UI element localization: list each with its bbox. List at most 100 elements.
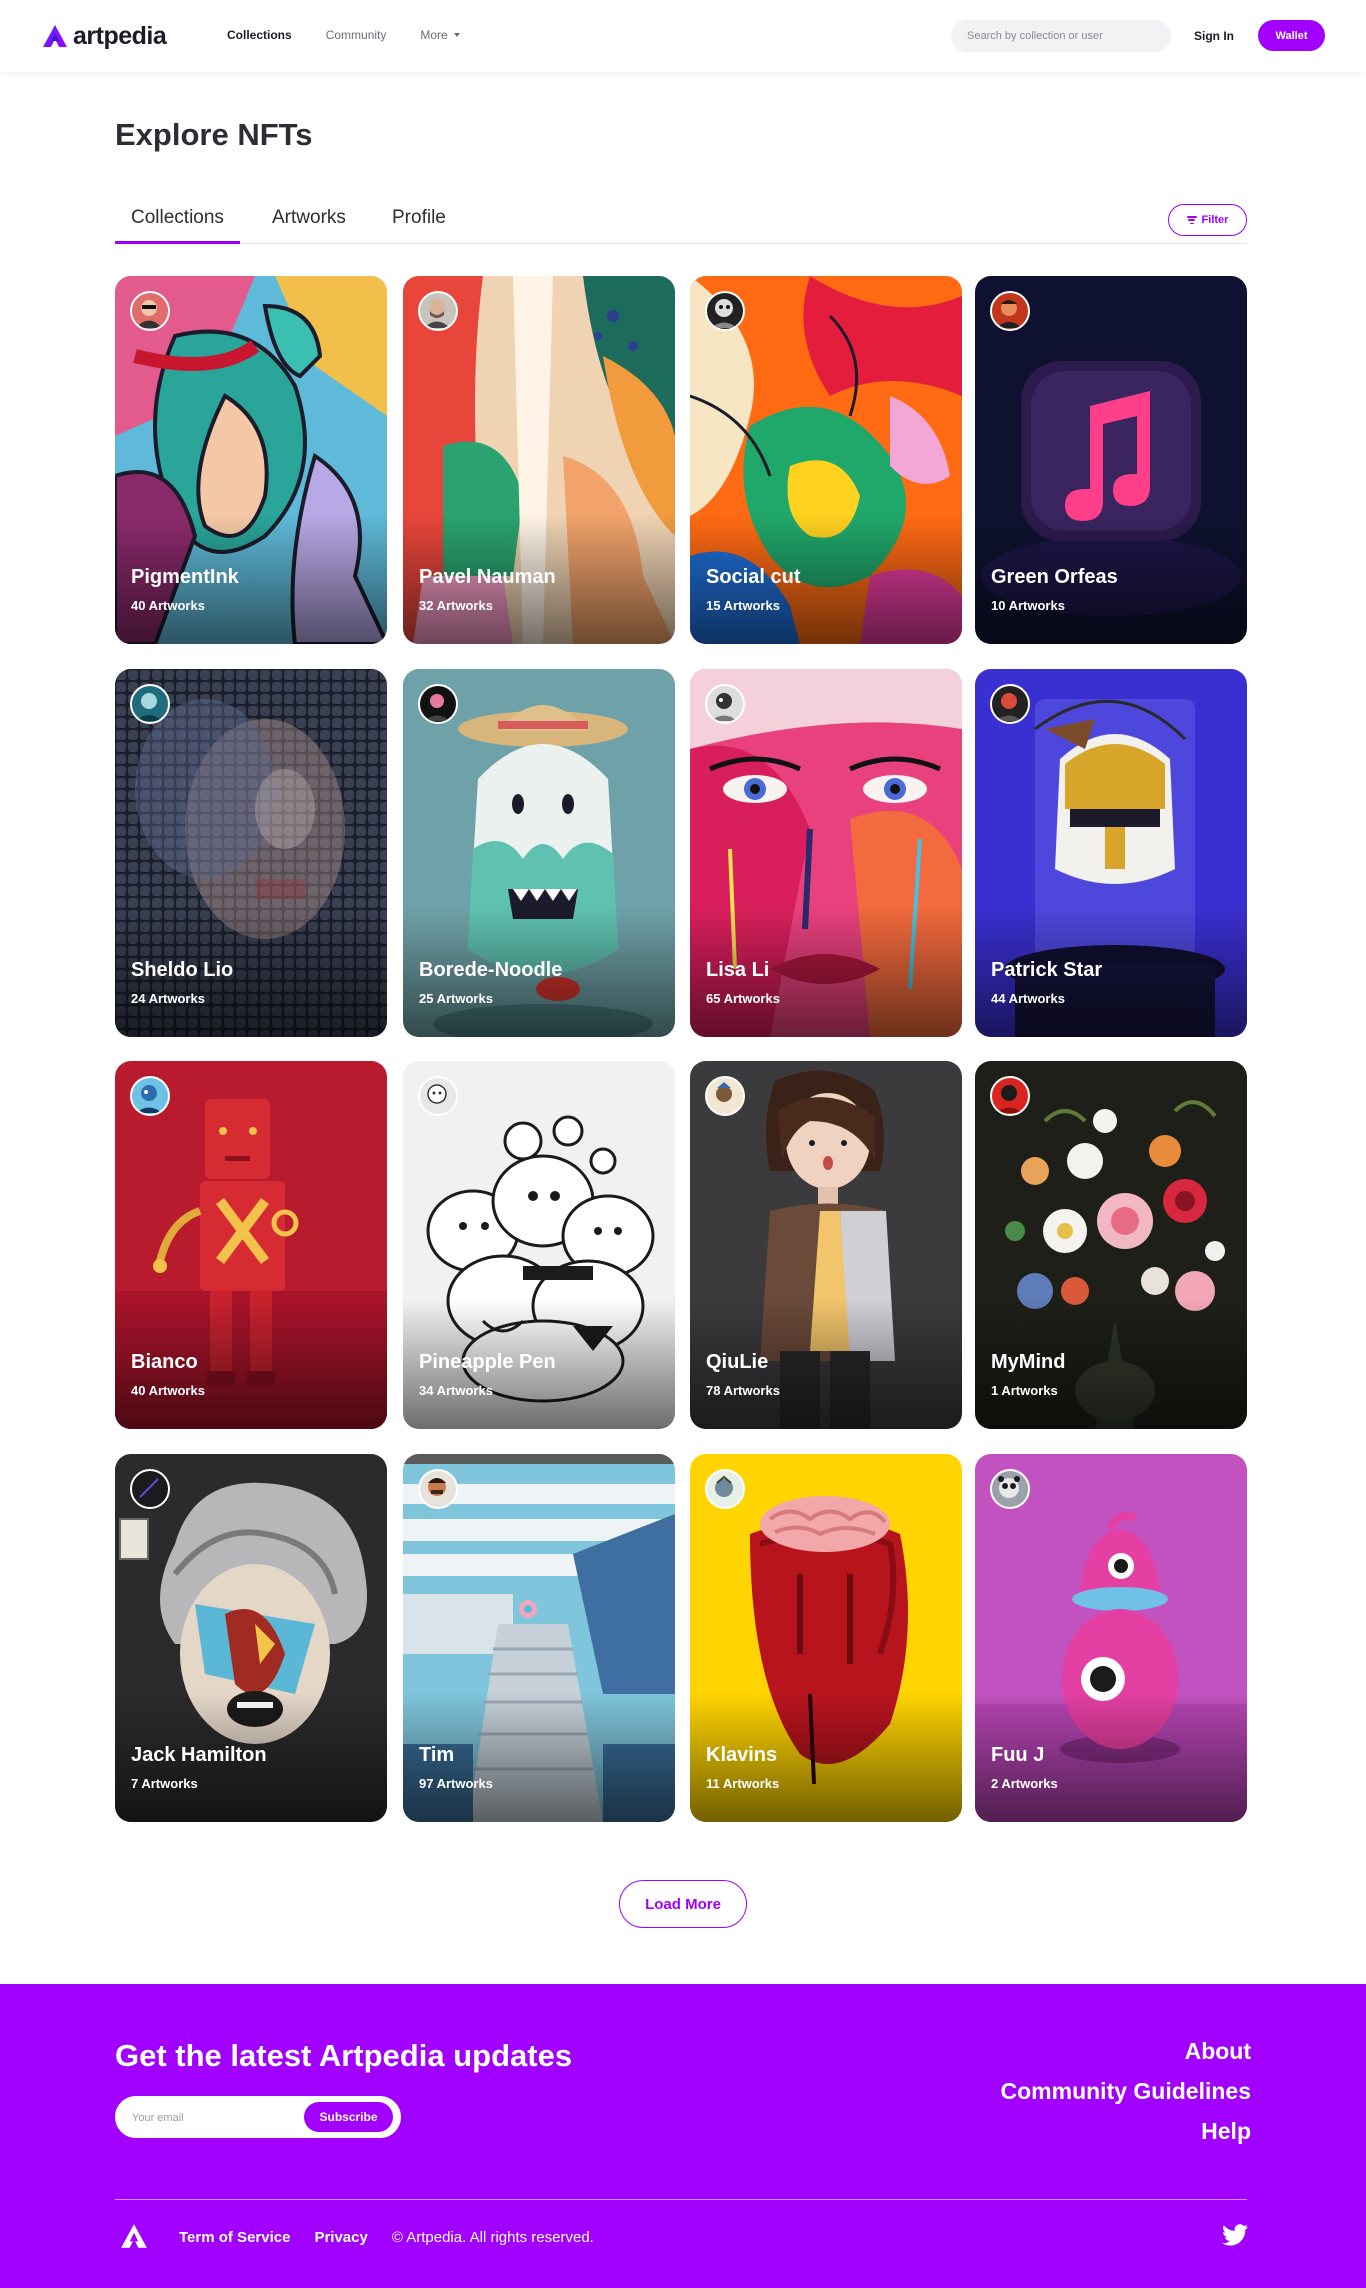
tab-bar: Collections Artworks Profile [115,204,1247,244]
artwork-count: 97 Artworks [419,1776,493,1791]
collection-name: Green Orfeas [991,566,1118,588]
artwork-count: 24 Artworks [131,991,205,1006]
artwork-count: 11 Artworks [706,1776,780,1791]
caret-down-icon [453,33,460,37]
avatar[interactable] [130,1076,170,1116]
top-nav: artpedia Collections Community More Sign… [0,0,1366,72]
collection-name: Fuu J [991,1744,1045,1766]
avatar[interactable] [418,291,458,331]
avatar[interactable] [990,1076,1030,1116]
filter-button[interactable]: Filter [1168,204,1247,236]
footer-links: About Community Guidelines Help [1001,2038,1251,2145]
avatar[interactable] [130,684,170,724]
copyright-text: © Artpedia. All rights reserved. [391,2229,594,2246]
artwork-count: 7 Artworks [131,1776,198,1791]
avatar[interactable] [418,1076,458,1116]
collection-name: Patrick Star [991,959,1103,981]
collection-name: Pavel Nauman [419,566,556,588]
artwork-count: 40 Artworks [131,598,205,613]
avatar[interactable] [130,1469,170,1509]
artwork-count: 10 Artworks [991,598,1065,613]
collection-name: Jack Hamilton [131,1744,267,1766]
collection-card[interactable]: Patrick Star 44 Artworks [975,669,1247,1037]
collection-name: Borede-Noodle [419,959,563,981]
artwork-count: 65 Artworks [706,991,780,1006]
search-input[interactable] [951,20,1171,52]
brand-name: artpedia [73,21,167,50]
footer-bottom-bar: Term of Service Privacy © Artpedia. All … [179,2229,594,2246]
footer-link-about[interactable]: About [1001,2038,1251,2065]
collection-card[interactable]: Green Orfeas 10 Artworks [975,276,1247,644]
nav-link-community[interactable]: Community [326,28,387,42]
avatar[interactable] [705,684,745,724]
avatar[interactable] [418,684,458,724]
email-field[interactable] [132,2107,292,2129]
avatar[interactable] [990,1469,1030,1509]
tab-collections[interactable]: Collections [115,204,240,244]
collection-card[interactable]: MyMind 1 Artworks [975,1061,1247,1429]
artwork-count: 34 Artworks [419,1383,493,1398]
avatar[interactable] [418,1469,458,1509]
artwork-count: 78 Artworks [706,1383,780,1398]
tab-profile[interactable]: Profile [376,204,462,244]
collection-name: PigmentInk [131,566,239,588]
avatar[interactable] [705,291,745,331]
collection-card[interactable]: Borede-Noodle 25 Artworks [403,669,675,1037]
artwork-count: 32 Artworks [419,598,493,613]
nav-link-collections[interactable]: Collections [227,28,292,42]
artwork-count: 15 Artworks [706,598,780,613]
main-nav: Collections Community More [227,28,494,42]
collection-card[interactable]: QiuLie 78 Artworks [690,1061,962,1429]
collection-card[interactable]: Bianco 40 Artworks [115,1061,387,1429]
artwork-count: 1 Artworks [991,1383,1058,1398]
artwork-count: 2 Artworks [991,1776,1058,1791]
artpedia-logo-icon [43,25,67,47]
artpedia-logo-icon[interactable] [119,2222,149,2250]
collection-name: Pineapple Pen [419,1351,556,1373]
avatar[interactable] [705,1076,745,1116]
footer: Get the latest Artpedia updates Subscrib… [0,1984,1366,2288]
wallet-button[interactable]: Wallet [1258,20,1325,51]
collection-name: Sheldo Lio [131,959,234,981]
avatar[interactable] [705,1469,745,1509]
footer-link-help[interactable]: Help [1001,2118,1251,2145]
artwork-count: 40 Artworks [131,1383,205,1398]
newsletter-form: Subscribe [115,2096,401,2138]
collection-name: Lisa Li [706,959,770,981]
brand-logo[interactable]: artpedia [41,21,167,50]
tab-artworks[interactable]: Artworks [256,204,362,244]
sign-in-link[interactable]: Sign In [1194,29,1234,43]
twitter-icon[interactable] [1222,2224,1248,2246]
avatar[interactable] [990,684,1030,724]
collection-name: QiuLie [706,1351,769,1373]
footer-link-community-guidelines[interactable]: Community Guidelines [1001,2078,1251,2105]
collection-card[interactable]: Tim 97 Artworks [403,1454,675,1822]
nav-link-more-label: More [420,28,448,42]
collection-name: Klavins [706,1744,778,1766]
avatar[interactable] [130,291,170,331]
collection-name: Social cut [706,566,801,588]
collection-card[interactable]: Sheldo Lio 24 Artworks [115,669,387,1037]
collection-name: Tim [419,1744,455,1766]
filter-icon [1186,216,1197,224]
artwork-count: 25 Artworks [419,991,493,1006]
collection-card[interactable]: Fuu J 2 Artworks [975,1454,1247,1822]
collection-card[interactable]: Pavel Nauman 32 Artworks [403,276,675,644]
avatar[interactable] [990,291,1030,331]
collection-card[interactable]: Klavins 11 Artworks [690,1454,962,1822]
collection-card[interactable]: Jack Hamilton 7 Artworks [115,1454,387,1822]
collection-card[interactable]: Pineapple Pen 34 Artworks [403,1061,675,1429]
artwork-count: 44 Artworks [991,991,1065,1006]
filter-label: Filter [1201,214,1229,226]
footer-divider [115,2199,1247,2200]
page-title: Explore NFTs [115,117,313,152]
terms-link[interactable]: Term of Service [179,2229,290,2246]
nav-link-more[interactable]: More [420,28,460,42]
collection-name: Bianco [131,1351,198,1373]
privacy-link[interactable]: Privacy [314,2229,367,2246]
subscribe-button[interactable]: Subscribe [304,2102,393,2132]
load-more-button[interactable]: Load More [619,1880,747,1928]
collection-card[interactable]: Social cut 15 Artworks [690,276,962,644]
collection-card[interactable]: Lisa Li 65 Artworks [690,669,962,1037]
collection-card[interactable]: PigmentInk 40 Artworks [115,276,387,644]
